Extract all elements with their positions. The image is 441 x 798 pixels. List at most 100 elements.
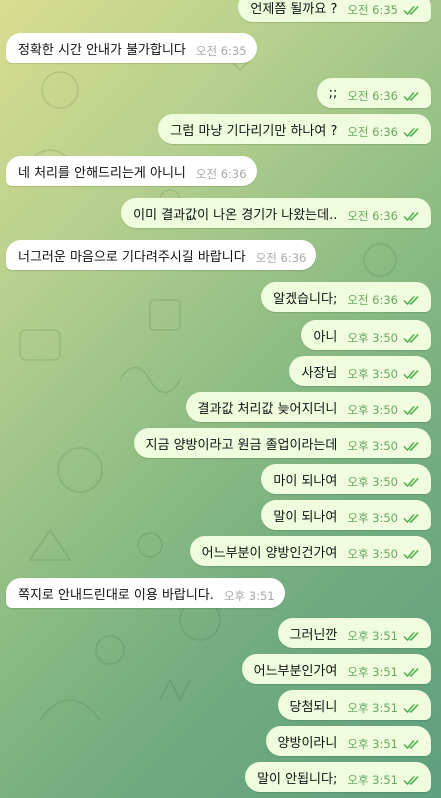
message-timestamp: 오후 3:51 (347, 701, 398, 715)
outgoing-message-bubble[interactable]: 알겠습니다; 오전 6:36 (261, 282, 431, 312)
message-row: ;; 오전 6:36 (0, 78, 441, 108)
message-timestamp: 오후 3:50 (347, 367, 398, 381)
message-text: 마이 되나여 (273, 473, 338, 489)
read-receipt-icon (403, 775, 421, 785)
outgoing-message-bubble[interactable]: 말이 되나여 오후 3:50 (261, 500, 431, 530)
outgoing-message-bubble[interactable]: 어느부분이 양방인건가여 오후 3:50 (189, 536, 431, 566)
read-receipt-icon (403, 405, 421, 415)
message-timestamp: 오후 3:50 (347, 475, 398, 489)
incoming-message-bubble[interactable]: 너그러운 마음으로 기다려주시길 바랍니다 오전 6:36 (6, 240, 317, 270)
outgoing-message-bubble[interactable]: 결과값 처리값 늦어지더니 오후 3:50 (185, 392, 431, 422)
message-timestamp: 오후 3:50 (347, 511, 398, 525)
message-row: 지금 양방이라고 원금 졸업이라는데 오후 3:50 (0, 428, 441, 458)
incoming-message-bubble[interactable]: 쪽지로 안내드린대로 이용 바랍니다. 오후 3:51 (6, 578, 285, 608)
message-timestamp: 오전 6:35 (347, 3, 398, 17)
message-timestamp: 오후 3:51 (347, 665, 398, 679)
message-text: 지금 양방이라고 원금 졸업이라는데 (145, 437, 338, 453)
message-text: 그러닌깐 (289, 627, 338, 643)
message-timestamp: 오후 3:50 (347, 439, 398, 453)
read-receipt-icon (403, 631, 421, 641)
message-timestamp: 오후 3:51 (223, 589, 275, 603)
read-receipt-icon (403, 513, 421, 523)
outgoing-message-bubble[interactable]: 아니 오후 3:50 (301, 320, 431, 350)
message-text: 언제쯤 될까요 ? (250, 1, 338, 17)
outgoing-message-bubble[interactable]: 사장님 오후 3:50 (289, 356, 431, 386)
message-row: 말이 안됩니다; 오후 3:51 (0, 762, 441, 792)
message-row: 결과값 처리값 늦어지더니 오후 3:50 (0, 392, 441, 422)
message-row: 알겠습니다; 오전 6:36 (0, 282, 441, 312)
outgoing-message-bubble[interactable]: 그럼 마냥 기다리기만 하나여 ? 오전 6:36 (158, 114, 431, 144)
outgoing-message-bubble[interactable]: 지금 양방이라고 원금 졸업이라는데 오후 3:50 (133, 428, 431, 458)
message-timestamp: 오전 6:36 (347, 89, 398, 103)
outgoing-message-bubble[interactable]: 마이 되나여 오후 3:50 (261, 464, 431, 494)
message-text: 쪽지로 안내드린대로 이용 바랍니다. (18, 587, 214, 603)
message-row: 그러닌깐 오후 3:51 (0, 618, 441, 648)
message-row: 양방이라니 오후 3:51 (0, 726, 441, 756)
message-timestamp: 오후 3:50 (347, 331, 398, 345)
message-row: 정확한 시간 안내가 불가합니다 오전 6:35 (0, 33, 441, 63)
message-timestamp: 오후 3:50 (347, 403, 398, 417)
message-text: 그럼 마냥 기다리기만 하나여 ? (170, 123, 338, 139)
message-row: 사장님 오후 3:50 (0, 356, 441, 386)
message-timestamp: 오전 6:35 (195, 44, 247, 58)
message-row: 어느부분인가여 오후 3:51 (0, 654, 441, 684)
message-timestamp: 오전 6:36 (347, 125, 398, 139)
message-text: 네 처리를 안해드리는게 아니니 (18, 165, 186, 181)
message-list[interactable]: 언제쯤 될까요 ? 오전 6:35 정확한 시간 안내가 불가합니다 오전 6:35;… (0, 0, 441, 798)
message-timestamp: 오후 3:51 (347, 773, 398, 787)
message-timestamp: 오후 3:51 (347, 629, 398, 643)
read-receipt-icon (403, 333, 421, 343)
message-row: 어느부분이 양방인건가여 오후 3:50 (0, 536, 441, 566)
read-receipt-icon (403, 5, 421, 15)
read-receipt-icon (403, 739, 421, 749)
message-text: 정확한 시간 안내가 불가합니다 (18, 42, 186, 58)
message-row: 말이 되나여 오후 3:50 (0, 500, 441, 530)
outgoing-message-bubble[interactable]: 언제쯤 될까요 ? 오전 6:35 (238, 0, 431, 22)
message-text: 아니 (313, 329, 338, 345)
message-text: 어느부분이 양방인건가여 (201, 545, 338, 561)
outgoing-message-bubble[interactable]: 그러닌깐 오후 3:51 (277, 618, 431, 648)
message-text: ;; (328, 85, 338, 101)
message-text: 너그러운 마음으로 기다려주시길 바랍니다 (18, 249, 246, 265)
message-text: 결과값 처리값 늦어지더니 (197, 401, 338, 417)
message-timestamp: 오전 6:36 (347, 293, 398, 307)
outgoing-message-bubble[interactable]: 양방이라니 오후 3:51 (265, 726, 431, 756)
read-receipt-icon (403, 127, 421, 137)
message-row: 이미 결과값이 나온 경기가 나왔는데.. 오전 6:36 (0, 198, 441, 228)
message-text: 양방이라니 (277, 735, 338, 751)
message-text: 알겠습니다; (273, 291, 338, 307)
message-text: 당첨되니 (289, 699, 338, 715)
message-text: 어느부분인가여 (253, 663, 338, 679)
outgoing-message-bubble[interactable]: 말이 안됩니다; 오후 3:51 (245, 762, 431, 792)
outgoing-message-bubble[interactable]: 이미 결과값이 나온 경기가 나왔는데.. 오전 6:36 (121, 198, 431, 228)
message-text: 사장님 (301, 365, 338, 381)
read-receipt-icon (403, 703, 421, 713)
read-receipt-icon (403, 441, 421, 451)
incoming-message-bubble[interactable]: 네 처리를 안해드리는게 아니니 오전 6:36 (6, 156, 257, 186)
message-timestamp: 오전 6:36 (347, 209, 398, 223)
message-row: 너그러운 마음으로 기다려주시길 바랍니다 오전 6:36 (0, 240, 441, 270)
read-receipt-icon (403, 369, 421, 379)
read-receipt-icon (403, 211, 421, 221)
outgoing-message-bubble[interactable]: 당첨되니 오후 3:51 (277, 690, 431, 720)
read-receipt-icon (403, 667, 421, 677)
outgoing-message-bubble[interactable]: 어느부분인가여 오후 3:51 (241, 654, 431, 684)
outgoing-message-bubble[interactable]: ;; 오전 6:36 (316, 78, 431, 108)
read-receipt-icon (403, 549, 421, 559)
message-row: 그럼 마냥 기다리기만 하나여 ? 오전 6:36 (0, 114, 441, 144)
message-row: 마이 되나여 오후 3:50 (0, 464, 441, 494)
message-row: 언제쯤 될까요 ? 오전 6:35 (0, 0, 441, 22)
message-row: 쪽지로 안내드린대로 이용 바랍니다. 오후 3:51 (0, 578, 441, 608)
message-timestamp: 오전 6:36 (255, 251, 307, 265)
message-text: 말이 안됩니다; (257, 771, 338, 787)
message-text: 이미 결과값이 나온 경기가 나왔는데.. (133, 207, 338, 223)
read-receipt-icon (403, 295, 421, 305)
message-timestamp: 오후 3:50 (347, 547, 398, 561)
message-row: 아니 오후 3:50 (0, 320, 441, 350)
incoming-message-bubble[interactable]: 정확한 시간 안내가 불가합니다 오전 6:35 (6, 33, 257, 63)
message-timestamp: 오전 6:36 (195, 167, 247, 181)
read-receipt-icon (403, 477, 421, 487)
message-timestamp: 오후 3:51 (347, 737, 398, 751)
read-receipt-icon (403, 91, 421, 101)
message-row: 네 처리를 안해드리는게 아니니 오전 6:36 (0, 156, 441, 186)
